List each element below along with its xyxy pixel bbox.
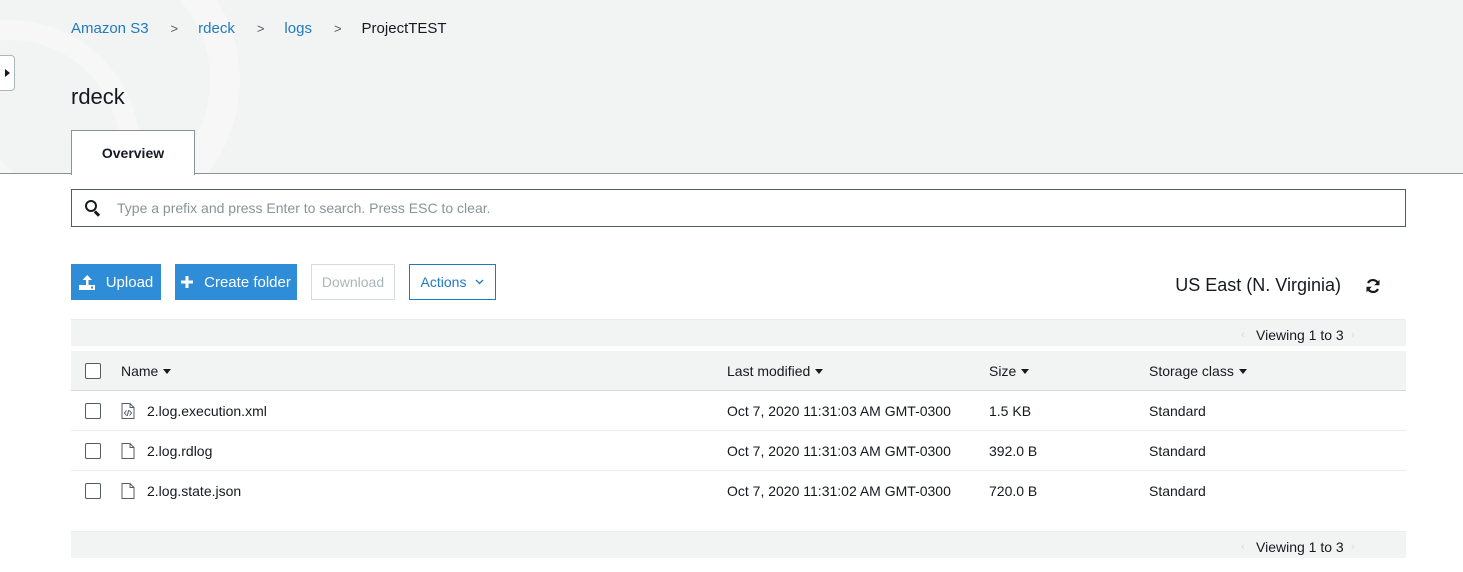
row-checkbox[interactable] <box>85 483 101 499</box>
file-name-link[interactable]: 2.log.execution.xml <box>147 403 267 419</box>
file-name-link[interactable]: 2.log.state.json <box>147 483 241 499</box>
code-file-icon <box>121 403 135 419</box>
breadcrumb-separator: > <box>170 21 179 36</box>
row-checkbox[interactable] <box>85 443 101 459</box>
table-row: 2.log.state.json Oct 7, 2020 11:31:02 AM… <box>71 471 1406 511</box>
size-cell: 1.5 KB <box>989 403 1032 419</box>
upload-icon <box>78 274 95 290</box>
column-header-size[interactable]: Size <box>989 363 1030 379</box>
column-header-label: Name <box>121 363 159 379</box>
tab-divider <box>0 173 1463 174</box>
chevron-left-icon[interactable]: ‹ <box>1241 541 1245 553</box>
chevron-down-icon <box>475 279 484 285</box>
page-title: rdeck <box>71 84 125 109</box>
create-folder-button-label: Create folder <box>204 273 291 291</box>
select-all-checkbox[interactable] <box>85 363 101 379</box>
breadcrumb-separator: > <box>256 21 265 36</box>
last-modified-cell: Oct 7, 2020 11:31:02 AM GMT-0300 <box>727 483 951 499</box>
file-name-link[interactable]: 2.log.rdlog <box>147 443 212 459</box>
actions-button-label: Actions <box>420 274 467 290</box>
sort-caret-icon <box>1021 368 1030 374</box>
download-button[interactable]: Download <box>311 264 395 300</box>
column-header-name[interactable]: Name <box>121 363 172 379</box>
table-row: 2.log.execution.xml Oct 7, 2020 11:31:03… <box>71 391 1406 431</box>
breadcrumb-link-logs[interactable]: logs <box>284 20 312 37</box>
tab-overview[interactable]: Overview <box>71 130 195 175</box>
storage-class-cell: Standard <box>1149 403 1206 419</box>
refresh-icon[interactable] <box>1365 278 1381 299</box>
search-icon <box>85 200 101 217</box>
file-icon <box>121 443 135 459</box>
breadcrumb: Amazon S3 > rdeck > logs > ProjectTEST <box>71 20 447 37</box>
actions-dropdown-button[interactable]: Actions <box>409 264 496 300</box>
column-header-storage-class[interactable]: Storage class <box>1149 363 1247 379</box>
column-header-last-modified[interactable]: Last modified <box>727 363 824 379</box>
caret-right-icon <box>4 69 10 77</box>
pagination-bar-bottom: ‹ Viewing 1 to 3 › <box>71 531 1406 558</box>
region-label: US East (N. Virginia) <box>1175 275 1341 295</box>
breadcrumb-current: ProjectTEST <box>361 20 447 37</box>
sort-caret-icon <box>1238 368 1247 374</box>
pagination-bar-top: ‹ Viewing 1 to 3 › <box>71 319 1406 346</box>
chevron-right-icon[interactable]: › <box>1351 541 1355 553</box>
sort-caret-icon <box>815 368 824 374</box>
objects-table: Name Last modified Size Storage class 2.… <box>71 351 1406 511</box>
size-cell: 720.0 B <box>989 483 1038 499</box>
plus-icon <box>181 276 194 288</box>
table-header: Name Last modified Size Storage class <box>71 351 1406 391</box>
column-header-label: Storage class <box>1149 363 1234 379</box>
column-header-label: Size <box>989 363 1017 379</box>
breadcrumb-link-rdeck[interactable]: rdeck <box>198 20 235 37</box>
table-row: 2.log.rdlog Oct 7, 2020 11:31:03 AM GMT-… <box>71 431 1406 471</box>
search-input[interactable] <box>117 200 1377 216</box>
chevron-right-icon[interactable]: › <box>1351 329 1355 341</box>
sidebar-toggle-button[interactable] <box>0 55 15 91</box>
upload-button[interactable]: Upload <box>71 264 161 300</box>
pagination-text: Viewing 1 to 3 <box>1256 539 1344 555</box>
sort-caret-icon <box>163 368 172 374</box>
storage-class-cell: Standard <box>1149 443 1206 459</box>
breadcrumb-link-amazon-s3[interactable]: Amazon S3 <box>71 20 149 37</box>
row-checkbox[interactable] <box>85 403 101 419</box>
file-icon <box>121 483 135 499</box>
last-modified-cell: Oct 7, 2020 11:31:03 AM GMT-0300 <box>727 403 951 419</box>
storage-class-cell: Standard <box>1149 483 1206 499</box>
breadcrumb-separator: > <box>333 21 342 36</box>
chevron-left-icon[interactable]: ‹ <box>1241 329 1245 341</box>
last-modified-cell: Oct 7, 2020 11:31:03 AM GMT-0300 <box>727 443 951 459</box>
search-bar <box>71 189 1406 227</box>
create-folder-button[interactable]: Create folder <box>175 264 297 300</box>
upload-button-label: Upload <box>105 273 154 291</box>
size-cell: 392.0 B <box>989 443 1038 459</box>
column-header-label: Last modified <box>727 363 811 379</box>
pagination-text: Viewing 1 to 3 <box>1256 327 1344 343</box>
